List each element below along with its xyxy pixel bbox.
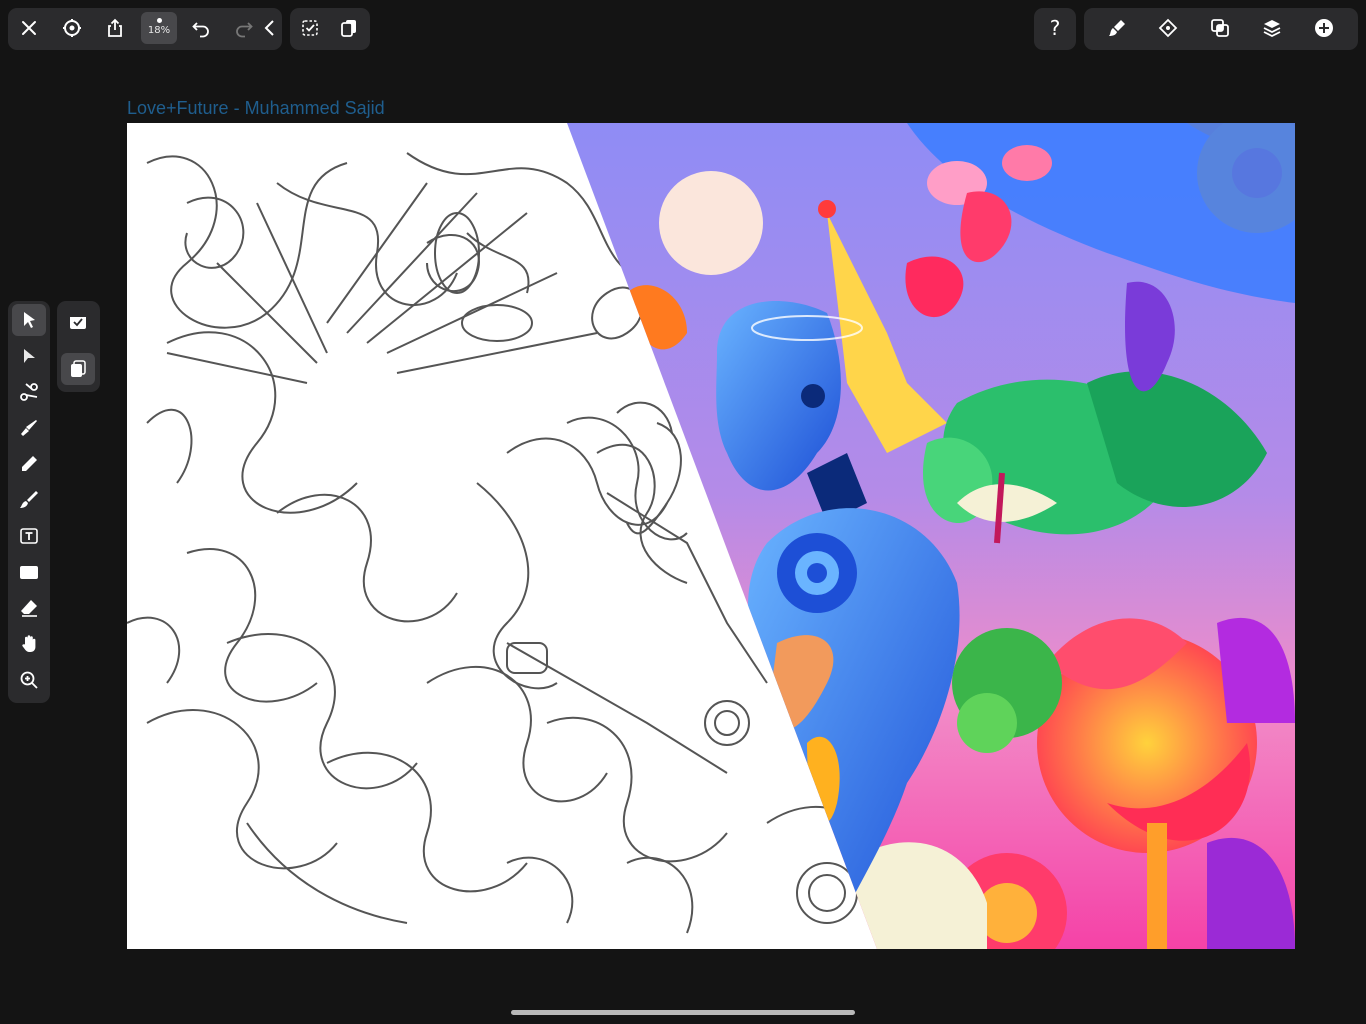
layers-icon <box>1263 20 1281 38</box>
style-button[interactable] <box>1100 11 1134 45</box>
artboard-canvas[interactable] <box>127 123 1295 949</box>
direct-select-tool[interactable] <box>12 340 46 372</box>
color-art <box>567 123 1295 949</box>
pen-nib-icon <box>21 420 37 436</box>
symbols-icon <box>1158 18 1178 38</box>
artboard-paste-button[interactable] <box>61 305 95 337</box>
zoom-level-button[interactable]: 18% <box>141 12 177 44</box>
home-indicator <box>511 1010 855 1015</box>
chevron-left-icon <box>264 20 274 36</box>
help-button[interactable]: ? <box>1038 11 1072 45</box>
settings-icon <box>63 19 81 37</box>
rectangle-icon <box>20 566 38 579</box>
direct-select-icon <box>24 349 35 363</box>
zoom-level-label: 18% <box>147 25 171 36</box>
add-circle-icon <box>1315 19 1333 37</box>
hand-icon <box>22 635 36 652</box>
settings-button[interactable] <box>55 11 89 45</box>
add-button[interactable] <box>1307 11 1341 45</box>
text-tool[interactable] <box>12 520 46 552</box>
layers-button[interactable] <box>1255 11 1289 45</box>
pencil-icon <box>22 456 37 471</box>
text-box-icon <box>20 528 38 544</box>
close-icon <box>22 21 36 35</box>
duplicate-button[interactable] <box>332 11 366 45</box>
inspector-toolbar <box>1084 8 1358 50</box>
tool-options-panel <box>57 301 100 392</box>
redo-button[interactable] <box>227 11 261 45</box>
hand-tool[interactable] <box>12 628 46 660</box>
scissors-tool[interactable] <box>12 376 46 408</box>
artboard-title[interactable]: Love+Future - Muhammed Sajid <box>127 98 385 119</box>
select-tool[interactable] <box>12 304 46 336</box>
boolean-icon <box>1211 19 1229 37</box>
eraser-tool[interactable] <box>12 592 46 624</box>
checkbox-dashed-icon <box>302 20 318 36</box>
brush-style-icon <box>1109 20 1125 36</box>
artboard-paste-icon <box>70 314 86 329</box>
close-button[interactable] <box>12 11 46 45</box>
top-left-toolbar: 18% <box>8 8 282 50</box>
help-panel: ? <box>1034 8 1076 50</box>
symbols-button[interactable] <box>1151 11 1185 45</box>
duplicate-icon <box>341 20 356 37</box>
artboard-toolbar <box>290 8 370 50</box>
pencil-tool[interactable] <box>12 448 46 480</box>
pen-tool[interactable] <box>12 412 46 444</box>
undo-icon <box>192 22 209 38</box>
arrow-pointer-icon <box>24 312 35 328</box>
redo-icon <box>236 22 253 38</box>
eraser-icon <box>21 600 37 617</box>
duplicate-pages-icon <box>71 360 86 377</box>
tools-sidebar <box>8 301 50 703</box>
undo-button[interactable] <box>184 11 218 45</box>
magnifier-icon <box>20 671 38 689</box>
scissors-icon <box>20 383 38 401</box>
share-button[interactable] <box>98 11 132 45</box>
zoom-indicator-dot <box>156 18 162 23</box>
brush-tool[interactable] <box>12 484 46 516</box>
paintbrush-icon <box>20 491 38 508</box>
artwork <box>127 123 1295 949</box>
share-icon <box>108 18 122 37</box>
collapse-toolbar-button[interactable] <box>258 11 282 45</box>
boolean-button[interactable] <box>1203 11 1237 45</box>
shape-tool[interactable] <box>12 556 46 588</box>
duplicate-mode-button[interactable] <box>61 353 95 385</box>
zoom-tool[interactable] <box>12 664 46 696</box>
artboard-select-button[interactable] <box>293 11 327 45</box>
